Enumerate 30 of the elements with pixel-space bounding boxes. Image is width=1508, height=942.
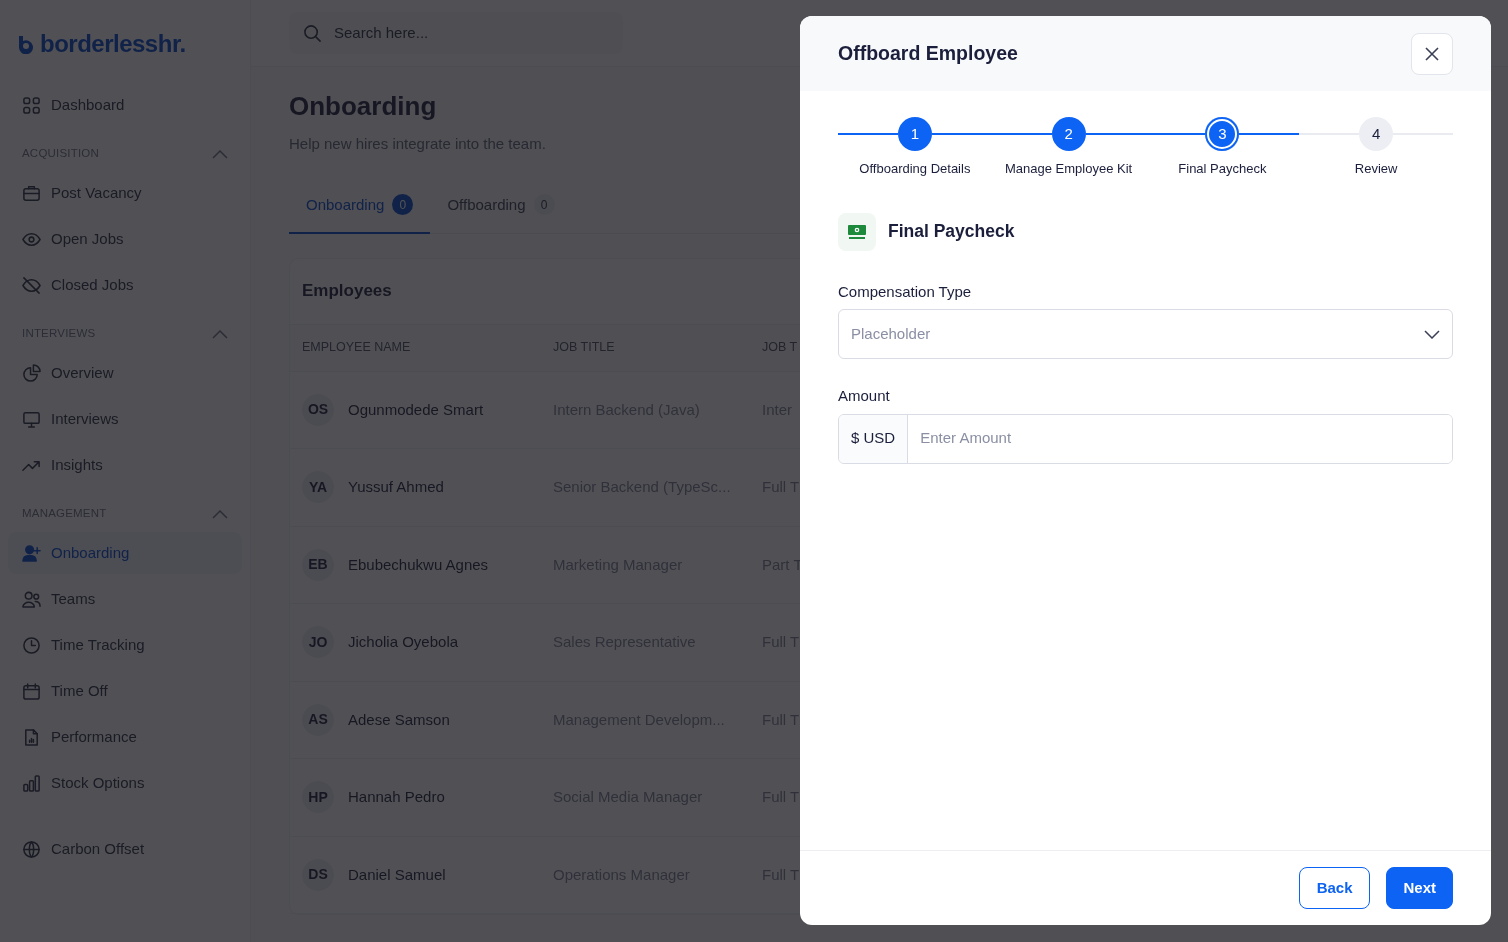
step-indicator[interactable]: 1 xyxy=(897,117,932,151)
step-indicator[interactable]: 2 xyxy=(1051,117,1086,151)
employee-name: Adese Samson xyxy=(348,709,450,730)
back-button[interactable]: Back xyxy=(1298,867,1371,909)
logo-text: borderlesshr. xyxy=(40,32,186,56)
employee-name: Jicholia Oyebola xyxy=(348,632,459,653)
employee-name: Yussuf Ahmed xyxy=(348,477,444,498)
money-icon xyxy=(838,212,876,251)
employee-name: Ogunmodede Smart xyxy=(348,399,484,420)
employee-name: Ebubechukwu Agnes xyxy=(348,554,489,575)
close-button[interactable] xyxy=(1411,32,1453,75)
compensation-type-select[interactable]: Placeholder xyxy=(838,309,1453,359)
amount-field[interactable]: $ USD Enter Amount xyxy=(838,413,1453,464)
section-title: Final Paycheck xyxy=(888,221,1015,242)
step-indicator[interactable]: 4 xyxy=(1359,117,1394,151)
step-label: Offboarding Details xyxy=(859,160,971,178)
employee-name: Daniel Samuel xyxy=(348,864,446,885)
chevron-down-icon xyxy=(1424,329,1440,339)
currency-prefix: $ USD xyxy=(839,414,909,463)
field-label: Amount xyxy=(838,386,891,406)
field-label: Compensation Type xyxy=(838,281,973,302)
step-indicator[interactable]: 3 xyxy=(1205,117,1240,151)
next-button[interactable]: Next xyxy=(1386,867,1453,909)
employee-name: Hannah Pedro xyxy=(348,787,445,808)
close-icon xyxy=(1425,46,1439,61)
step-label: Manage Employee Kit xyxy=(1005,160,1133,178)
modal-title: Offboard Employee xyxy=(838,41,1018,66)
step-label: Final Paycheck xyxy=(1178,160,1267,178)
page-title: Onboarding xyxy=(289,91,438,123)
step-label: Review xyxy=(1354,160,1398,178)
